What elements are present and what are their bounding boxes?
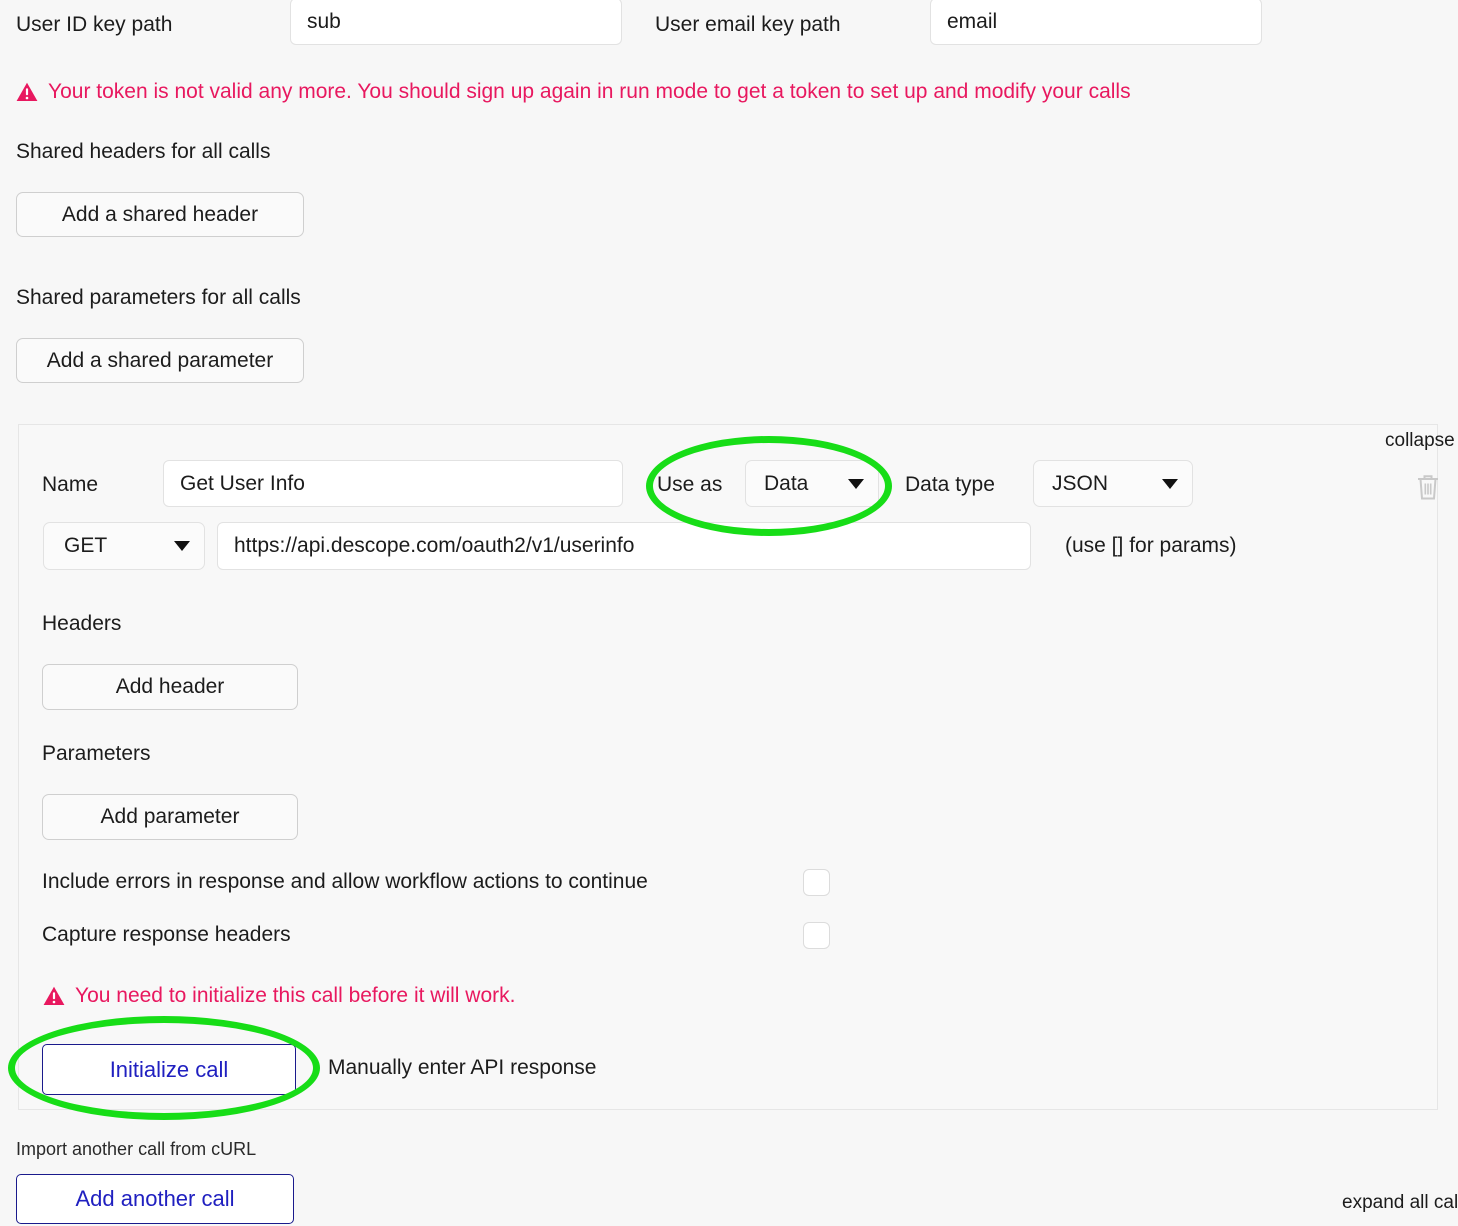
- initialize-call-button[interactable]: Initialize call: [42, 1044, 296, 1095]
- include-errors-checkbox[interactable]: [803, 869, 830, 896]
- initialize-call-error: You need to initialize this call before …: [43, 984, 515, 1008]
- data-type-value: JSON: [1052, 472, 1108, 496]
- shared-headers-title: Shared headers for all calls: [16, 141, 270, 162]
- use-as-label: Use as: [657, 474, 722, 495]
- use-as-value: Data: [764, 472, 808, 496]
- add-shared-header-button[interactable]: Add a shared header: [16, 192, 304, 237]
- headers-label: Headers: [42, 613, 121, 634]
- capture-response-headers-checkbox[interactable]: [803, 922, 830, 949]
- parameters-label: Parameters: [42, 743, 151, 764]
- collapse-link[interactable]: collapse: [1385, 430, 1455, 452]
- use-as-dropdown[interactable]: Data: [745, 460, 879, 507]
- import-curl-label: Import another call from cURL: [16, 1139, 256, 1160]
- user-id-key-path-label: User ID key path: [16, 14, 172, 35]
- chevron-down-icon: [1162, 479, 1178, 489]
- warning-triangle-icon: [43, 986, 65, 1006]
- capture-response-headers-label: Capture response headers: [42, 924, 291, 945]
- chevron-down-icon: [848, 479, 864, 489]
- call-name-label: Name: [42, 474, 98, 495]
- user-email-key-path-label: User email key path: [655, 14, 841, 35]
- data-type-label: Data type: [905, 474, 995, 495]
- trash-icon[interactable]: [1415, 473, 1441, 501]
- add-header-button[interactable]: Add header: [42, 664, 298, 710]
- add-another-call-button[interactable]: Add another call: [16, 1174, 294, 1224]
- http-method-dropdown[interactable]: GET: [43, 522, 205, 570]
- api-call-configuration-page: User ID key path sub User email key path…: [0, 0, 1458, 1226]
- user-email-key-path-input[interactable]: email: [930, 0, 1262, 45]
- add-shared-parameter-button[interactable]: Add a shared parameter: [16, 338, 304, 383]
- call-url-input[interactable]: https://api.descope.com/oauth2/v1/userin…: [217, 522, 1031, 570]
- include-errors-label: Include errors in response and allow wor…: [42, 871, 648, 892]
- expand-all-calls-link[interactable]: expand all calls: [1342, 1192, 1458, 1214]
- call-name-input[interactable]: Get User Info: [163, 460, 623, 507]
- manually-enter-api-response-link[interactable]: Manually enter API response: [328, 1057, 597, 1078]
- chevron-down-icon: [174, 541, 190, 551]
- initialize-call-error-text: You need to initialize this call before …: [75, 984, 515, 1008]
- api-call-card: collapse Name Get User Info Use as Data …: [18, 424, 1438, 1110]
- http-method-value: GET: [64, 534, 107, 558]
- token-invalid-error: Your token is not valid any more. You sh…: [16, 80, 1131, 104]
- url-params-hint: (use [] for params): [1065, 535, 1237, 556]
- add-parameter-button[interactable]: Add parameter: [42, 794, 298, 840]
- token-invalid-error-text: Your token is not valid any more. You sh…: [48, 80, 1131, 104]
- data-type-dropdown[interactable]: JSON: [1033, 460, 1193, 507]
- user-id-key-path-input[interactable]: sub: [290, 0, 622, 45]
- warning-triangle-icon: [16, 82, 38, 102]
- shared-parameters-title: Shared parameters for all calls: [16, 287, 301, 308]
